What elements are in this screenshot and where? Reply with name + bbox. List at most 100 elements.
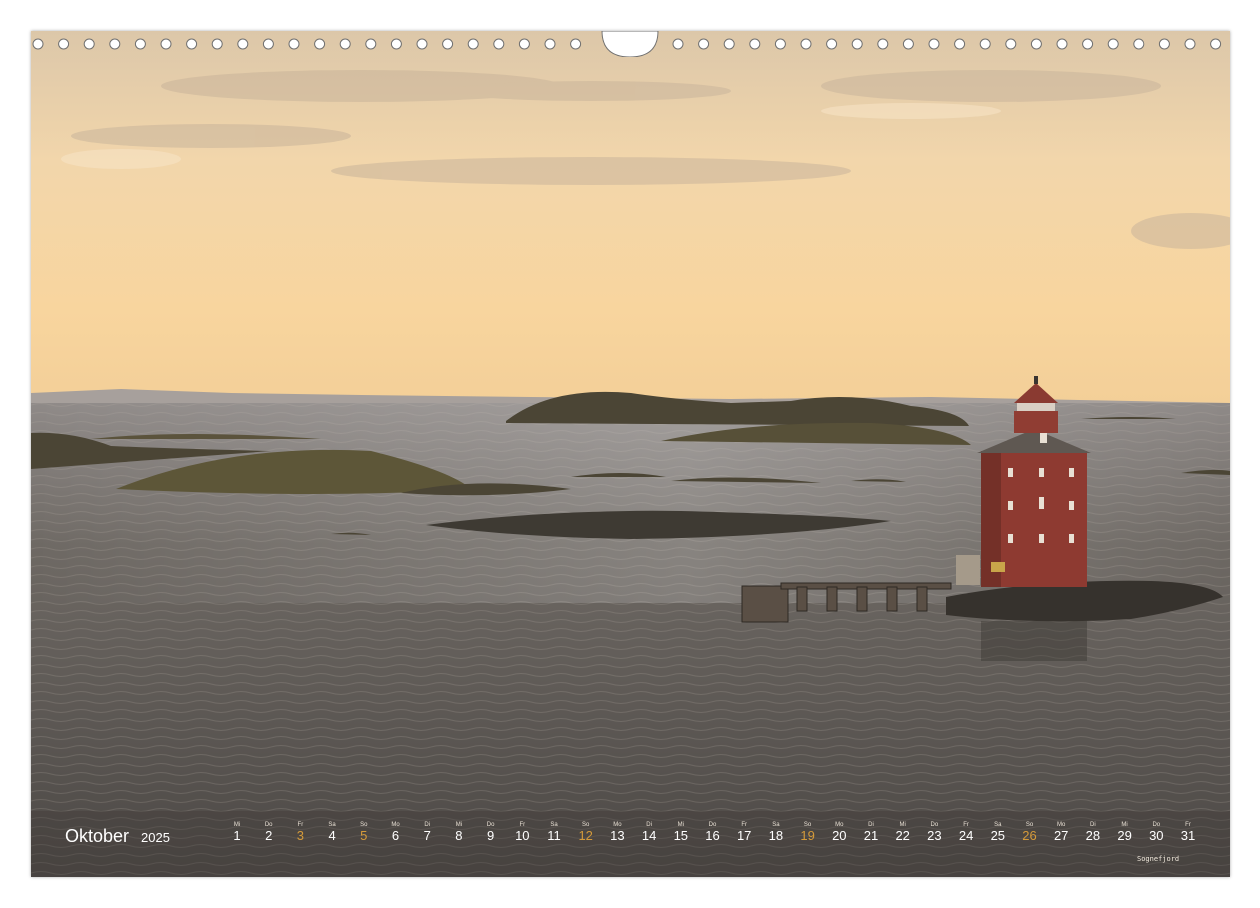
- binding-ring: [416, 38, 428, 50]
- day-number: 10: [515, 828, 530, 843]
- binding-ring: [1210, 38, 1222, 50]
- day-number: 7: [423, 828, 431, 843]
- calendar-day: Mi 1: [222, 821, 252, 843]
- day-number: 13: [610, 828, 625, 843]
- binding-ring: [1158, 38, 1170, 50]
- binding-ring: [774, 38, 786, 50]
- calendar-day: So 5: [349, 821, 379, 843]
- day-number: 11: [547, 828, 561, 843]
- binding-ring: [160, 38, 172, 50]
- calendar-day: Sa 18: [761, 821, 791, 843]
- calendar-page: Oktober 2025 Mi 1 Do 2 Fr 3 Sa 4 So 5 Mo 6 Di 7 Mi 8 Do 9…: [31, 31, 1230, 877]
- binding-ring: [134, 38, 146, 50]
- day-number: 18: [768, 828, 784, 843]
- calendar-day: Fr 10: [507, 821, 537, 843]
- calendar-day: So 12: [571, 821, 601, 843]
- binding-ring: [723, 38, 735, 50]
- binding-ring: [186, 38, 198, 50]
- binding-ring: [83, 38, 95, 50]
- day-number: 16: [705, 828, 720, 843]
- calendar-day: Fr 17: [729, 821, 759, 843]
- calendar-day: Do 2: [254, 821, 284, 843]
- calendar-day: Do 9: [476, 821, 506, 843]
- day-number: 30: [1149, 828, 1164, 843]
- calendar-day: Do 30: [1141, 821, 1171, 843]
- calendar-day: Do 16: [698, 821, 728, 843]
- day-number: 8: [455, 828, 463, 843]
- binding-ring: [698, 38, 710, 50]
- binding-ring: [467, 38, 479, 50]
- calendar-day: Di 7: [412, 821, 442, 843]
- day-number: 19: [800, 828, 815, 843]
- binding-ring: [877, 38, 889, 50]
- binding-ring: [1184, 38, 1196, 50]
- binding-ring: [954, 38, 966, 50]
- calendar-day: Mo 13: [602, 821, 632, 843]
- calendar-day: Fr 24: [951, 821, 981, 843]
- binding-ring: [390, 38, 402, 50]
- calendar-day: Fr 31: [1173, 821, 1203, 843]
- calendar-day: So 19: [793, 821, 823, 843]
- hanger-cutout: [601, 31, 659, 57]
- day-number: 4: [328, 828, 336, 843]
- day-number: 27: [1053, 828, 1069, 843]
- day-number: 29: [1117, 828, 1132, 843]
- day-number: 20: [832, 828, 847, 843]
- calendar-day: Mi 29: [1110, 821, 1140, 843]
- binding-ring: [32, 38, 44, 50]
- day-number: 24: [958, 828, 974, 843]
- binding-ring: [979, 38, 991, 50]
- calendar-day: Sa 4: [317, 821, 347, 843]
- year-label: 2025: [141, 830, 170, 845]
- day-number: 23: [927, 828, 942, 843]
- binding-ring: [672, 38, 684, 50]
- day-number: 28: [1085, 828, 1101, 843]
- calendar-strip: Oktober 2025 Mi 1 Do 2 Fr 3 Sa 4 So 5 Mo 6 Di 7 Mi 8 Do 9…: [31, 821, 1230, 877]
- binding-ring: [570, 38, 582, 50]
- calendar-day: Mi 8: [444, 821, 474, 843]
- day-number: 12: [578, 828, 593, 843]
- day-number: 3: [296, 828, 304, 843]
- binding-ring: [800, 38, 812, 50]
- lighthouse-photo: [31, 31, 1230, 877]
- binding-ring: [1082, 38, 1094, 50]
- binding-ring: [826, 38, 838, 50]
- day-number: 14: [641, 828, 657, 843]
- calendar-day: Mi 22: [888, 821, 918, 843]
- calendar-day: Sa 25: [983, 821, 1013, 843]
- binding-ring: [288, 38, 300, 50]
- calendar-day: Mo 6: [381, 821, 411, 843]
- binding-ring: [902, 38, 914, 50]
- binding-ring: [1005, 38, 1017, 50]
- day-number: 1: [233, 828, 241, 843]
- calendar-day: Di 21: [856, 821, 886, 843]
- binding-ring: [58, 38, 70, 50]
- day-number: 22: [895, 828, 910, 843]
- binding-ring: [1056, 38, 1068, 50]
- binding-ring: [544, 38, 556, 50]
- binding-ring: [109, 38, 121, 50]
- day-number: 21: [863, 828, 879, 843]
- binding-ring: [928, 38, 940, 50]
- calendar-day: So 26: [1015, 821, 1045, 843]
- day-number: 2: [265, 828, 273, 843]
- binding-ring: [749, 38, 761, 50]
- calendar-day: Do 23: [919, 821, 949, 843]
- binding-ring: [339, 38, 351, 50]
- binding-ring: [314, 38, 326, 50]
- binding-ring: [518, 38, 530, 50]
- binding-ring: [211, 38, 223, 50]
- day-number: 9: [486, 828, 495, 843]
- calendar-day: Mo 20: [824, 821, 854, 843]
- day-number: 5: [360, 828, 368, 843]
- month-label: Oktober: [65, 826, 130, 846]
- calendar-day: Sa 11: [539, 821, 569, 843]
- binding-ring: [493, 38, 505, 50]
- calendar-day: Di 14: [634, 821, 664, 843]
- binding-ring: [851, 38, 863, 50]
- day-number: 17: [736, 828, 752, 843]
- binding-ring: [237, 38, 249, 50]
- day-number: 26: [1022, 828, 1037, 843]
- binding-ring: [442, 38, 454, 50]
- calendar-day: Mo 27: [1046, 821, 1076, 843]
